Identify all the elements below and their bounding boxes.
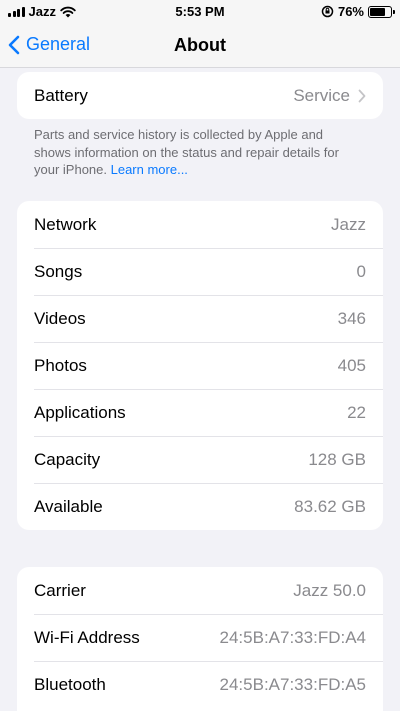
orientation-lock-icon — [321, 5, 334, 18]
row-label: Carrier — [34, 580, 86, 600]
carrier-row[interactable]: Carrier Jazz 50.0 — [17, 567, 383, 614]
row-label: Network — [34, 214, 97, 234]
row-value: Jazz — [331, 214, 366, 234]
row-value: 346 — [337, 308, 366, 328]
row-value: 24:5B:A7:33:FD:A5 — [219, 674, 366, 694]
applications-row: Applications 22 — [17, 389, 383, 436]
battery-fill — [370, 7, 386, 16]
battery-row[interactable]: Battery Service — [17, 72, 383, 119]
row-value: 22 — [347, 402, 366, 422]
row-value: 24:5B:A7:33:FD:A4 — [219, 627, 366, 647]
battery-group: Battery Service — [17, 72, 383, 119]
row-label: Photos — [34, 355, 87, 375]
row-value: 128 GB — [308, 449, 366, 469]
available-row: Available 83.62 GB — [17, 483, 383, 530]
learn-more-link[interactable]: Learn more... — [111, 162, 188, 177]
row-label: Videos — [34, 308, 86, 328]
navigation-bar: General About — [0, 24, 400, 68]
row-label: Wi-Fi Address — [34, 627, 140, 647]
photos-row: Photos 405 — [17, 342, 383, 389]
row-label: Bluetooth — [34, 674, 106, 694]
bluetooth-row: Bluetooth 24:5B:A7:33:FD:A5 — [17, 661, 383, 708]
battery-footnote: Parts and service history is collected b… — [34, 126, 354, 179]
status-right: 76% — [321, 4, 395, 19]
network-details-group: Carrier Jazz 50.0 Wi-Fi Address 24:5B:A7… — [17, 567, 383, 711]
row-label: Available — [34, 496, 103, 516]
capacity-row: Capacity 128 GB — [17, 436, 383, 483]
network-row: Network Jazz — [17, 201, 383, 248]
row-value: Jazz 50.0 — [293, 580, 366, 600]
row-value: 83.62 GB — [294, 496, 366, 516]
row-value: 405 — [337, 355, 366, 375]
battery-icon — [368, 5, 395, 18]
row-label: Applications — [34, 402, 126, 422]
battery-percent: 76% — [337, 4, 364, 19]
device-info-group: Network Jazz Songs 0 Videos 346 Photos 4… — [17, 201, 383, 530]
battery-label: Battery — [34, 85, 88, 105]
chevron-right-icon — [358, 89, 366, 102]
row-label: Capacity — [34, 449, 101, 469]
videos-row: Videos 346 — [17, 295, 383, 342]
row-label: Songs — [34, 261, 83, 281]
row-value: 0 — [356, 261, 366, 281]
status-bar: Jazz 5:53 PM 76% — [0, 0, 400, 24]
wifi-address-row: Wi-Fi Address 24:5B:A7:33:FD:A4 — [17, 614, 383, 661]
battery-service-value: Service — [293, 85, 350, 105]
page-title: About — [174, 35, 226, 55]
songs-row: Songs 0 — [17, 248, 383, 295]
